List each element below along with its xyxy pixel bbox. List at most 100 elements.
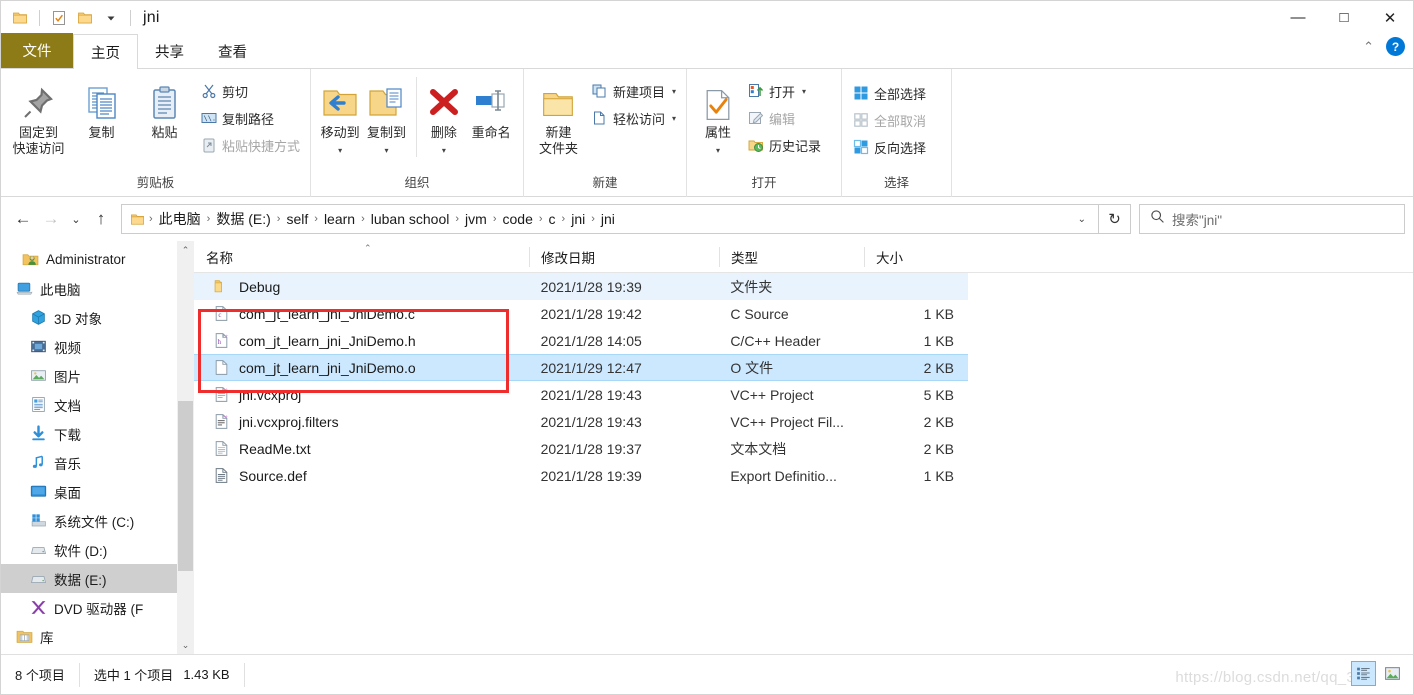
search-box[interactable]: 搜索"jni" (1139, 204, 1405, 234)
breadcrumb-sep-9[interactable]: › (589, 213, 597, 225)
scrollbar-thumb[interactable] (178, 401, 193, 571)
invert-selection-button[interactable]: 反向选择 (848, 135, 930, 159)
breadcrumb-sep-6[interactable]: › (491, 213, 499, 225)
breadcrumb-item-5[interactable]: jvm (461, 211, 491, 227)
open-caret-icon[interactable]: ▾ (802, 87, 806, 96)
help-button[interactable]: ? (1386, 37, 1405, 56)
sidebar-item-libraries[interactable]: 库 (1, 622, 194, 651)
scroll-up-arrow-icon[interactable]: ⌃ (177, 241, 194, 259)
breadcrumb-sep-3[interactable]: › (312, 213, 320, 225)
navigation-pane-scrollbar[interactable]: ⌃ ⌄ (177, 241, 194, 654)
up-button[interactable]: ↑ (87, 204, 115, 234)
copy-to-caret-icon[interactable]: ▾ (384, 146, 388, 155)
new-item-caret-icon[interactable]: ▾ (672, 87, 676, 96)
breadcrumb-bar[interactable]: › 此电脑 › 数据 (E:) › self › learn › luban s… (121, 204, 1099, 234)
sidebar-item-pictures[interactable]: 图片 (1, 361, 194, 390)
easy-access-button[interactable]: 轻松访问 ▾ (587, 106, 680, 130)
tab-view[interactable]: 查看 (201, 34, 264, 68)
search-input[interactable]: 搜索"jni" (1172, 209, 1222, 229)
table-row[interactable]: Source.def 2021/1/28 19:39 Export Defini… (194, 462, 968, 489)
table-row[interactable]: Debug 2021/1/28 19:39 文件夹 (194, 273, 968, 300)
large-icons-view-button[interactable] (1380, 661, 1405, 686)
breadcrumb-sep-2[interactable]: › (275, 213, 283, 225)
tab-file[interactable]: 文件 (1, 33, 73, 68)
tab-share[interactable]: 共享 (138, 34, 201, 68)
sidebar-item-dvd-drive-f[interactable]: DVD 驱动器 (F (1, 593, 194, 622)
paste-shortcut-button[interactable]: 粘贴快捷方式 (196, 133, 304, 157)
copy-path-button[interactable]: \\.. 复制路径 (196, 106, 304, 130)
breadcrumb-dropdown-icon[interactable]: ⌄ (1070, 214, 1094, 225)
move-to-button[interactable]: 移动到 ▾ (317, 73, 363, 157)
minimize-button[interactable]: — (1275, 1, 1321, 34)
breadcrumb-item-3[interactable]: learn (320, 211, 359, 227)
column-header-size[interactable]: 大小 (864, 241, 969, 273)
recent-locations-button[interactable]: ⌄ (65, 204, 87, 234)
column-header-date[interactable]: 修改日期 (529, 241, 719, 273)
sidebar-item-this-pc[interactable]: 此电脑 (1, 274, 194, 303)
tab-home[interactable]: 主页 (73, 34, 138, 69)
chevron-down-icon[interactable] (100, 7, 122, 29)
pin-to-quick-access-button[interactable]: 固定到 快速访问 (7, 73, 70, 157)
table-row[interactable]: c com_jt_learn_jni_JniDemo.c 2021/1/28 1… (194, 300, 968, 327)
breadcrumb-item-4[interactable]: luban school (367, 211, 454, 227)
sidebar-item-documents[interactable]: 文档 (1, 390, 194, 419)
breadcrumb-sep-4[interactable]: › (359, 213, 367, 225)
sidebar-item-administrator[interactable]: Administrator (1, 245, 194, 274)
sidebar-item-music[interactable]: 音乐 (1, 448, 194, 477)
breadcrumb-item-9[interactable]: jni (597, 211, 619, 227)
breadcrumb-item-0[interactable]: 此电脑 (155, 209, 205, 229)
collapse-ribbon-button[interactable]: ⌃ (1363, 39, 1374, 55)
table-row[interactable]: ++ jni.vcxproj.filters 2021/1/28 19:43 V… (194, 408, 968, 435)
breadcrumb-sep-5[interactable]: › (453, 213, 461, 225)
breadcrumb-sep-7[interactable]: › (537, 213, 545, 225)
move-to-caret-icon[interactable]: ▾ (338, 146, 342, 155)
edit-button[interactable]: 编辑 (743, 106, 825, 130)
forward-button[interactable]: → (37, 204, 65, 234)
table-row[interactable]: ++ jni.vcxproj 2021/1/28 19:43 VC++ Proj… (194, 381, 968, 408)
delete-button[interactable]: 删除 ▾ (423, 73, 466, 157)
delete-caret-icon[interactable]: ▾ (442, 146, 446, 155)
close-button[interactable]: ✕ (1367, 1, 1413, 34)
sidebar-item-3d-objects[interactable]: 3D 对象 (1, 303, 194, 332)
paste-button[interactable]: 粘贴 (133, 73, 196, 141)
copy-button[interactable]: 复制 (70, 73, 133, 141)
breadcrumb-sep-1[interactable]: › (205, 213, 213, 225)
refresh-button[interactable]: ↻ (1099, 204, 1131, 234)
select-all-button[interactable]: 全部选择 (848, 81, 930, 105)
breadcrumb-item-2[interactable]: self (282, 211, 312, 227)
sidebar-item-downloads[interactable]: 下载 (1, 419, 194, 448)
breadcrumb-item-7[interactable]: c (545, 211, 560, 227)
sidebar-item-drive-e[interactable]: 数据 (E:) (1, 564, 194, 593)
sidebar-item-system-drive-c[interactable]: 系统文件 (C:) (1, 506, 194, 535)
properties-caret-icon[interactable]: ▾ (716, 146, 720, 155)
open-button[interactable]: 打开 ▾ (743, 79, 825, 103)
maximize-button[interactable]: □ (1321, 1, 1367, 34)
breadcrumb-sep-8[interactable]: › (560, 213, 568, 225)
column-header-name[interactable]: 名称 ⌃ (194, 241, 529, 273)
back-button[interactable]: ← (9, 204, 37, 234)
easy-access-caret-icon[interactable]: ▾ (672, 114, 676, 123)
new-folder-button[interactable]: 新建 文件夹 (530, 73, 587, 157)
table-row[interactable]: h ++ com_jt_learn_jni_JniDemo.h 2021/1/28… (194, 327, 968, 354)
rename-button[interactable]: 重命名 (465, 73, 517, 141)
column-header-type[interactable]: 类型 (719, 241, 864, 273)
copy-to-button[interactable]: 复制到 ▾ (363, 73, 409, 157)
folder-icon[interactable] (9, 7, 31, 29)
cut-button[interactable]: 剪切 (196, 79, 304, 103)
breadcrumb-item-8[interactable]: jni (567, 211, 589, 227)
scroll-down-arrow-icon[interactable]: ⌄ (177, 636, 194, 654)
table-row[interactable]: com_jt_learn_jni_JniDemo.o 2021/1/29 12:… (194, 354, 968, 381)
sidebar-item-videos[interactable]: 视频 (1, 332, 194, 361)
breadcrumb-item-6[interactable]: code (499, 211, 537, 227)
sidebar-item-desktop[interactable]: 桌面 (1, 477, 194, 506)
history-button[interactable]: 历史记录 (743, 133, 825, 157)
properties-check-icon[interactable] (48, 7, 70, 29)
select-none-button[interactable]: 全部取消 (848, 108, 930, 132)
new-folder-icon[interactable] (74, 7, 96, 29)
details-view-button[interactable] (1351, 661, 1376, 686)
properties-button[interactable]: 属性 ▾ (693, 73, 743, 157)
breadcrumb-item-1[interactable]: 数据 (E:) (212, 209, 274, 229)
sidebar-item-drive-d[interactable]: 软件 (D:) (1, 535, 194, 564)
table-row[interactable]: ReadMe.txt 2021/1/28 19:37 文本文档 2 KB (194, 435, 968, 462)
new-item-button[interactable]: 新建项目 ▾ (587, 79, 680, 103)
